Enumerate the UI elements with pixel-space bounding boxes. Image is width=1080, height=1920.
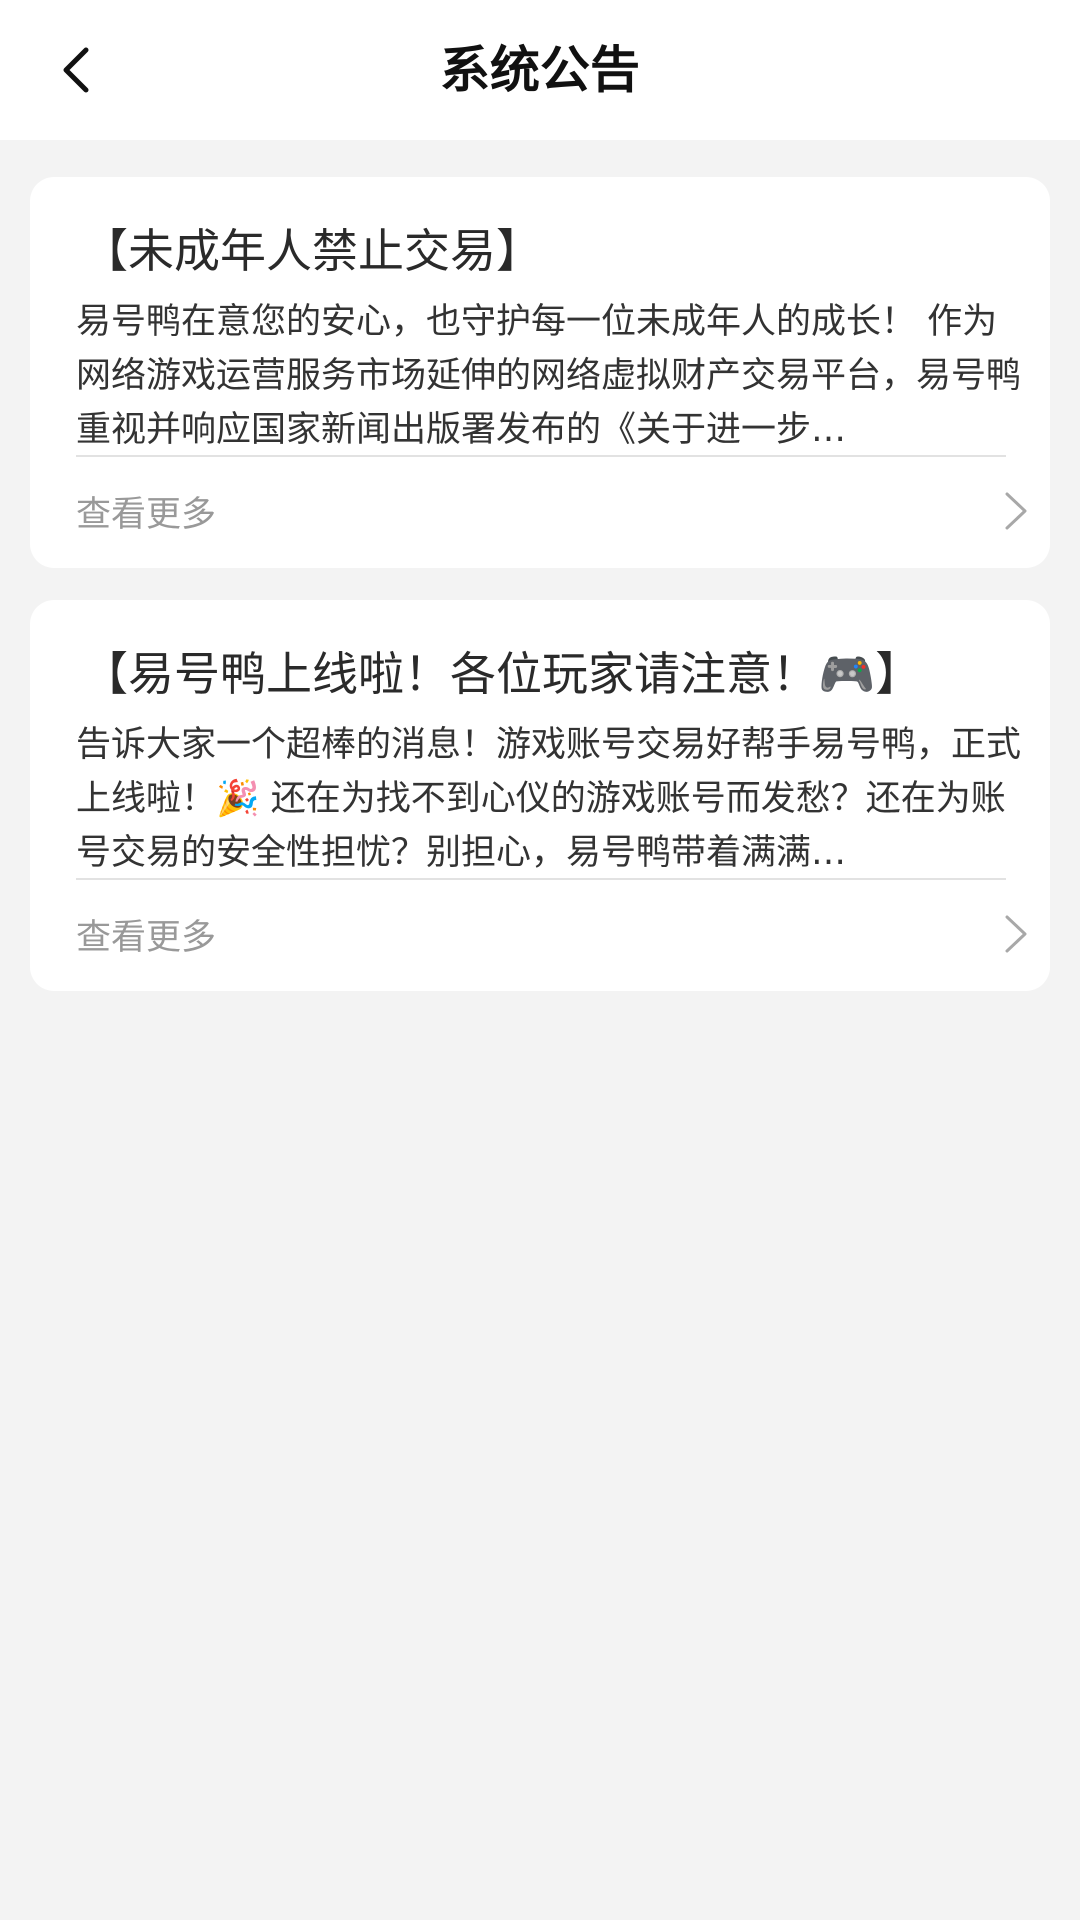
chevron-right-icon [996, 486, 1036, 536]
see-more-link[interactable]: 查看更多 [76, 909, 216, 960]
chevron-right-icon [996, 909, 1036, 959]
announcement-title: 【易号鸭上线啦！各位玩家请注意！🎮】 [82, 647, 922, 701]
announcement-body: 告诉大家一个超棒的消息！游戏账号交易好帮手易号鸭，正式上线啦！🎉 还在为找不到心… [76, 725, 1022, 873]
announcement-title: 【未成年人禁止交易】 [82, 224, 542, 278]
page-title: 系统公告 [440, 41, 640, 99]
see-more-row[interactable]: 查看更多 [76, 457, 1046, 565]
announcement-body: 易号鸭在意您的安心，也守护每一位未成年人的成长！ 作为网络游戏运营服务市场延伸的… [76, 302, 1022, 450]
see-more-row[interactable]: 查看更多 [76, 880, 1046, 988]
announcement-card[interactable]: 【未成年人禁止交易】 易号鸭在意您的安心，也守护每一位未成年人的成长！ 作为网络… [30, 177, 1050, 568]
see-more-link[interactable]: 查看更多 [76, 486, 216, 537]
top-nav-bar: 系统公告 [0, 0, 1080, 140]
announcement-card[interactable]: 【易号鸭上线啦！各位玩家请注意！🎮】 告诉大家一个超棒的消息！游戏账号交易好帮手… [30, 600, 1050, 991]
